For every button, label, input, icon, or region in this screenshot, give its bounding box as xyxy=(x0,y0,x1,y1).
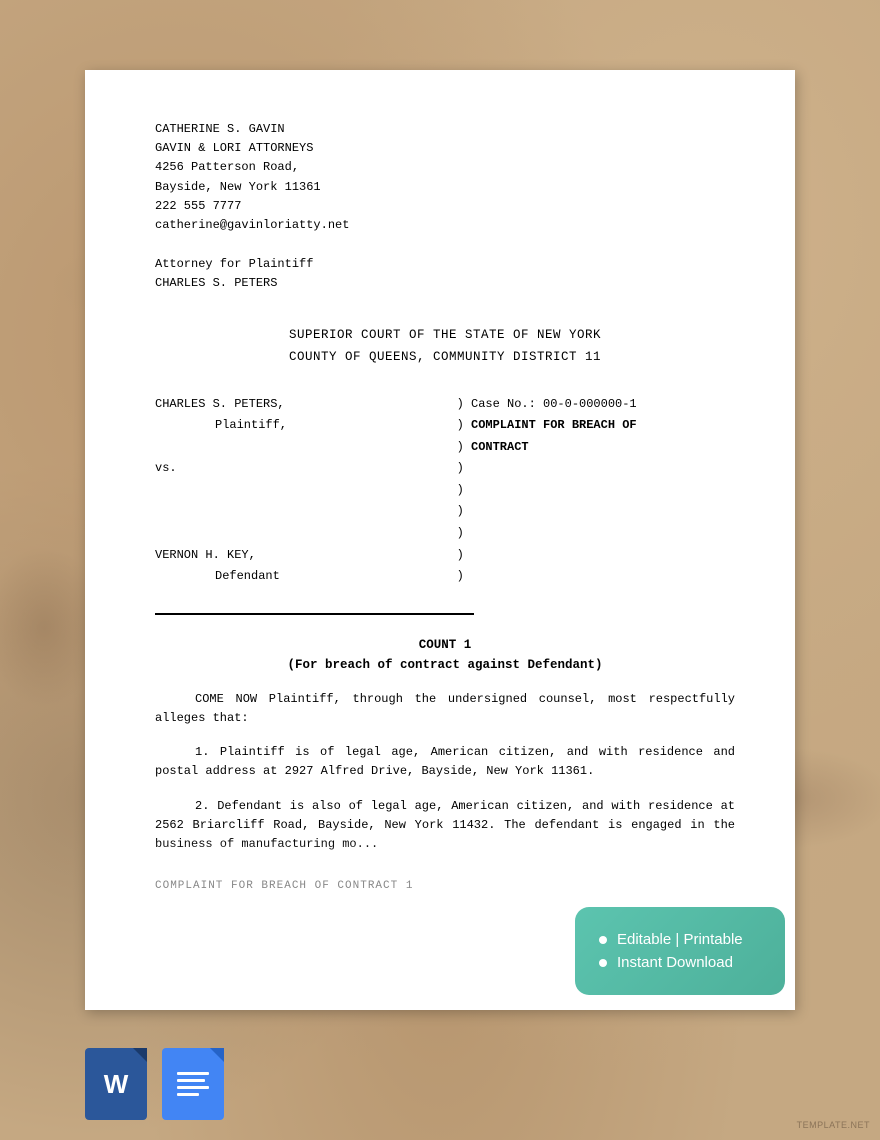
docs-line-1 xyxy=(177,1072,209,1075)
attorney-info-block: CATHERINE S. GAVIN GAVIN & LORI ATTORNEY… xyxy=(155,120,735,294)
plaintiff-label: CHARLES S. PETERS, xyxy=(155,394,457,416)
bottom-icons-row: W xyxy=(85,1048,224,1120)
vs-label: vs. xyxy=(155,458,457,480)
footer-text: COMPLAINT FOR BREACH OF CONTRACT 1 xyxy=(155,878,413,895)
docs-line-3 xyxy=(177,1086,209,1089)
attorney-name: CATHERINE S. GAVIN xyxy=(155,120,735,139)
word-icon-bg: W xyxy=(85,1048,147,1120)
court-line2: COUNTY OF QUEENS, COMMUNITY DISTRICT 11 xyxy=(155,346,735,369)
attorney-address2: Bayside, New York 11361 xyxy=(155,178,735,197)
section-divider xyxy=(155,613,474,615)
court-header: SUPERIOR COURT OF THE STATE OF NEW YORK … xyxy=(155,324,735,369)
badge-item-1: Editable | Printable xyxy=(599,931,761,948)
attorney-email: catherine@gavinloriatty.net xyxy=(155,216,735,235)
complaint-label2: ) CONTRACT xyxy=(457,437,735,459)
attorney-for-label: Attorney for Plaintiff xyxy=(155,255,735,274)
body-intro: COME NOW Plaintiff, through the undersig… xyxy=(155,690,735,728)
plaintiff-role: Plaintiff, xyxy=(155,415,457,437)
parties-right: ) Case No.: 00-0-000000-1 ) COMPLAINT FO… xyxy=(457,394,735,588)
court-line1: SUPERIOR COURT OF THE STATE OF NEW YORK xyxy=(155,324,735,347)
docs-lines xyxy=(169,1064,217,1104)
watermark-text: TEMPLATE.NET xyxy=(797,1120,870,1130)
count-section: COUNT 1 (For breach of contract against … xyxy=(155,635,735,675)
defendant-role: Defendant xyxy=(155,566,457,588)
count-subtitle: (For breach of contract against Defendan… xyxy=(155,655,735,675)
badge-text-1: Editable | Printable xyxy=(617,931,743,948)
complaint-label1: ) COMPLAINT FOR BREACH OF xyxy=(457,415,735,437)
word-icon-box[interactable]: W xyxy=(85,1048,147,1120)
document-preview: CATHERINE S. GAVIN GAVIN & LORI ATTORNEY… xyxy=(85,70,795,1010)
word-icon: W xyxy=(104,1069,129,1100)
attorney-client: CHARLES S. PETERS xyxy=(155,274,735,293)
badge-dot-1 xyxy=(599,936,607,944)
parties-left: CHARLES S. PETERS, Plaintiff, vs. VERNON… xyxy=(155,394,457,588)
defendant-label: VERNON H. KEY, xyxy=(155,545,457,567)
docs-line-2 xyxy=(177,1079,205,1082)
attorney-for-block: Attorney for Plaintiff CHARLES S. PETERS xyxy=(155,255,735,293)
attorney-address1: 4256 Patterson Road, xyxy=(155,158,735,177)
attorney-phone: 222 555 7777 xyxy=(155,197,735,216)
count-title: COUNT 1 xyxy=(155,635,735,655)
attorney-firm: GAVIN & LORI ATTORNEYS xyxy=(155,139,735,158)
document-body: CATHERINE S. GAVIN GAVIN & LORI ATTORNEY… xyxy=(85,70,795,919)
badge-item-2: Instant Download xyxy=(599,954,761,971)
google-docs-icon-box[interactable] xyxy=(162,1048,224,1120)
feature-badge: Editable | Printable Instant Download xyxy=(575,907,785,995)
docs-line-4 xyxy=(177,1093,199,1096)
case-no: ) Case No.: 00-0-000000-1 xyxy=(457,394,735,416)
parties-section: CHARLES S. PETERS, Plaintiff, vs. VERNON… xyxy=(155,394,735,588)
docs-icon-bg xyxy=(162,1048,224,1120)
body-paragraph2: 2. Defendant is also of legal age, Ameri… xyxy=(155,797,735,855)
badge-dot-2 xyxy=(599,959,607,967)
body-paragraph1: 1. Plaintiff is of legal age, American c… xyxy=(155,743,735,781)
badge-text-2: Instant Download xyxy=(617,954,733,971)
